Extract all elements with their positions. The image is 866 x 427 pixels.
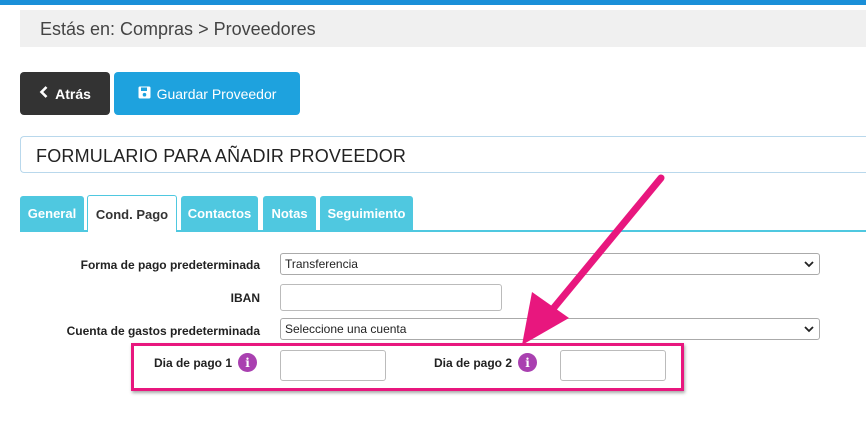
annotation-arrow [522,174,665,345]
